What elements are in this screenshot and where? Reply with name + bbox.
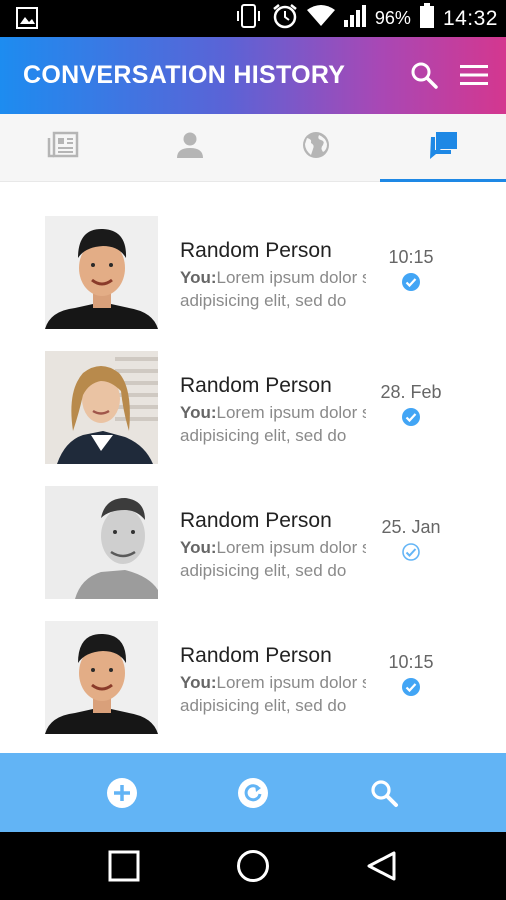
home-circle-icon[interactable] (231, 844, 275, 888)
preview-line-2: adipisicing elit, sed do (180, 696, 347, 715)
search-icon[interactable] (408, 59, 440, 91)
news-icon (47, 131, 79, 164)
status-bar: 96% 14:32 (0, 0, 506, 37)
message-preview: You:Lorem ipsum dolor sit amet, adipisic… (180, 401, 366, 447)
avatar (45, 351, 158, 464)
preview-line-1: Lorem ipsum dolor sit amet, (216, 268, 366, 287)
preview-line-2: adipisicing elit, sed do (180, 426, 347, 445)
tab-bar (0, 114, 506, 182)
preview-line-1: Lorem ipsum dolor sit amet, (216, 403, 366, 422)
contact-name: Random Person (180, 374, 332, 397)
read-check-icon (402, 273, 420, 291)
message-preview: You:Lorem ipsum dolor sit amet, adipisic… (180, 536, 366, 582)
avatar (45, 216, 158, 329)
battery-percent: 96% (374, 8, 411, 28)
search-icon[interactable] (364, 773, 404, 813)
sender-prefix: You: (180, 268, 217, 287)
contact-name: Random Person (180, 644, 332, 667)
app-bar: CONVERSATION HISTORY (0, 37, 506, 114)
back-triangle-icon[interactable] (360, 844, 404, 888)
preview-line-1: Lorem ipsum dolor sit amet, (216, 673, 366, 692)
refresh-icon[interactable] (233, 773, 273, 813)
contact-name: Random Person (180, 239, 332, 262)
battery-icon (419, 3, 435, 34)
conversation-item[interactable]: Random Person You:Lorem ipsum dolor sit … (0, 588, 506, 734)
signal-icon (343, 4, 367, 33)
message-time: 10:15 (388, 247, 434, 267)
preview-line-2: adipisicing elit, sed do (180, 561, 347, 580)
tab-explore[interactable] (253, 114, 380, 181)
message-time: 10:15 (388, 652, 434, 672)
sent-check-icon (402, 543, 420, 561)
clock: 14:32 (442, 6, 498, 30)
alarm-icon (271, 2, 299, 35)
conversation-list: Random Person You:Lorem ipsum dolor sit … (0, 183, 506, 753)
sender-prefix: You: (180, 673, 217, 692)
conversation-item[interactable]: Random Person You:Lorem ipsum dolor sit … (0, 183, 506, 329)
read-check-icon (402, 408, 420, 426)
image-icon (16, 7, 38, 34)
person-icon (176, 131, 204, 164)
conversation-item[interactable]: Random Person You:Lorem ipsum dolor sit … (0, 453, 506, 599)
page-title: CONVERSATION HISTORY (23, 61, 346, 89)
sender-prefix: You: (180, 403, 217, 422)
message-time: 28. Feb (380, 382, 442, 402)
avatar (45, 621, 158, 734)
read-check-icon (402, 678, 420, 696)
message-time: 25. Jan (381, 517, 441, 537)
preview-line-1: Lorem ipsum dolor sit amet, (216, 538, 366, 557)
system-nav-bar (0, 832, 506, 900)
wifi-icon (306, 4, 335, 33)
recents-square-icon[interactable] (102, 844, 146, 888)
message-preview: You:Lorem ipsum dolor sit amet, adipisic… (180, 671, 366, 717)
add-circle-icon[interactable] (102, 773, 142, 813)
bottom-action-bar (0, 753, 506, 832)
globe-icon (301, 130, 331, 165)
sender-prefix: You: (180, 538, 217, 557)
conversation-item[interactable]: Random Person You:Lorem ipsum dolor sit … (0, 318, 506, 464)
chat-icon (427, 130, 459, 165)
message-preview: You:Lorem ipsum dolor sit amet, adipisic… (180, 266, 366, 312)
avatar (45, 486, 158, 599)
menu-icon[interactable] (458, 59, 490, 91)
tab-news[interactable] (0, 114, 127, 181)
contact-name: Random Person (180, 509, 332, 532)
preview-line-2: adipisicing elit, sed do (180, 291, 347, 310)
tab-chats[interactable] (379, 114, 506, 182)
tab-contacts[interactable] (127, 114, 254, 181)
phone-vibrate-icon (235, 3, 263, 34)
